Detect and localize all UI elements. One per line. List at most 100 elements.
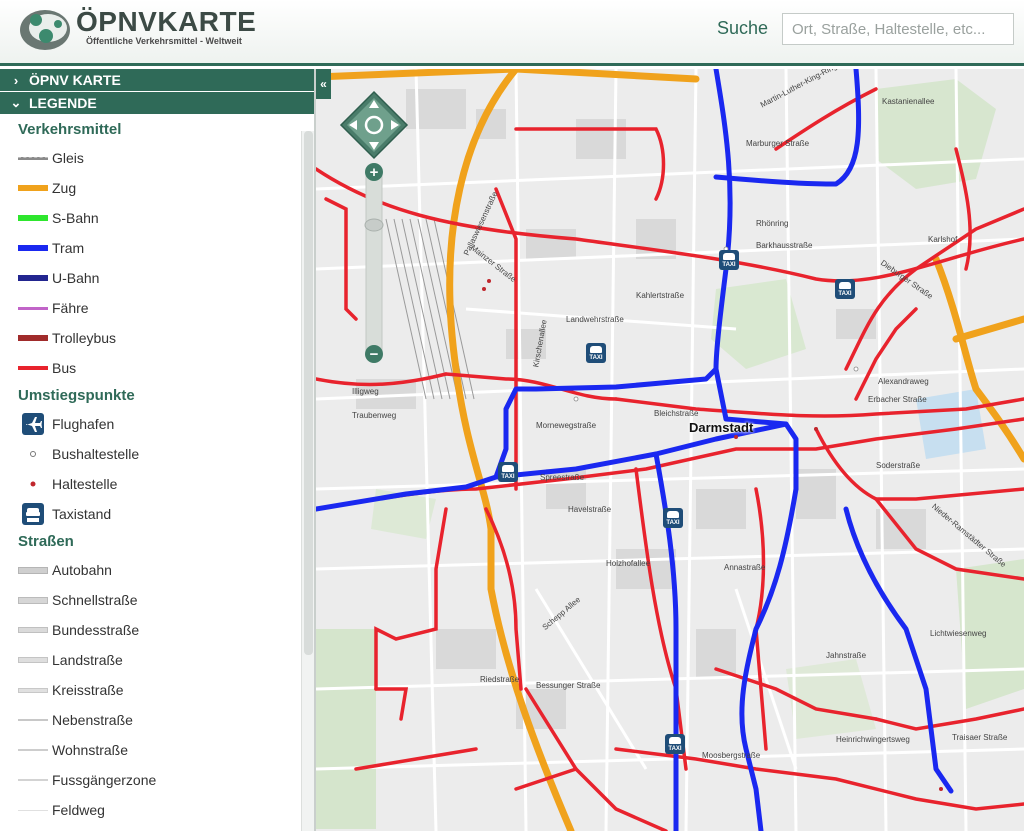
legend-label: Flughafen — [52, 416, 115, 432]
map-street-label: Alexandraweg — [878, 377, 929, 386]
map-taxi-marker[interactable]: TAXI — [719, 250, 739, 270]
map-taxi-marker[interactable]: TAXI — [663, 508, 683, 528]
bus-stop-icon — [18, 439, 48, 469]
map-street-label: Traubenweg — [352, 411, 397, 420]
map-street-label: Traisaer Straße — [952, 733, 1008, 742]
map-city-label: Darmstadt — [689, 420, 754, 435]
map-street-label: Kahlertstraße — [636, 291, 685, 300]
bus-line-icon — [18, 353, 48, 383]
legend-label: Bundesstraße — [52, 622, 140, 638]
legend-group-title: Straßen — [18, 533, 74, 550]
search-label: Suche — [717, 18, 769, 38]
map-street-label: Riedstraße — [480, 675, 520, 684]
map-street-label: Rhönring — [756, 219, 789, 228]
ubahn-line-icon — [18, 263, 48, 293]
section-oepnv-karte-label: ÖPNV KARTE — [29, 72, 121, 88]
sbahn-line-icon — [18, 203, 48, 233]
map-taxi-marker[interactable]: TAXI — [835, 279, 855, 299]
legend-item-schnellstrasse: Schnellstraße — [0, 585, 300, 615]
map-street-label: Jahnstraße — [826, 651, 867, 660]
legend-label: Landstraße — [52, 652, 123, 668]
legend-item-bus: Bus — [0, 353, 300, 383]
map-street-label: Illigweg — [352, 387, 379, 396]
map-layer — [316, 69, 1024, 831]
stop-icon — [18, 469, 48, 499]
map-street-label: Bessunger Straße — [536, 681, 601, 690]
legend-item-gleis: Gleis — [0, 143, 300, 173]
map-street-label: Barkhausstraße — [756, 241, 813, 250]
map-street-label: Marburger Straße — [746, 139, 810, 148]
road-feld-icon — [18, 795, 48, 825]
legend-label: Bus — [52, 360, 77, 376]
chevron-down-icon: ⌄ — [10, 95, 22, 110]
map-street-label: Spreestraße — [540, 473, 585, 482]
legend-label: Gleis — [52, 150, 84, 166]
map-street-label: Annastraße — [724, 563, 766, 572]
legend-item-wohnstrasse: Wohnstraße — [0, 735, 300, 765]
legend-item-zug: Zug — [0, 173, 300, 203]
section-oepnv-karte[interactable]: › ÖPNV KARTE — [0, 69, 314, 92]
legend-item-trolleybus: Trolleybus — [0, 323, 300, 353]
legend-label: Haltestelle — [52, 476, 118, 492]
map-street-label: Soderstraße — [876, 461, 921, 470]
zug-line-icon — [18, 173, 48, 203]
zoom-in-icon: + — [370, 164, 379, 181]
legend-scrollbar[interactable] — [301, 131, 314, 831]
map-taxi-marker[interactable]: TAXI — [586, 343, 606, 363]
legend-label: Zug — [52, 180, 77, 196]
zoom-slider-handle[interactable] — [364, 218, 384, 232]
section-legende[interactable]: ⌄ LEGENDE — [0, 92, 314, 115]
road-wohn-icon — [18, 735, 48, 765]
sidebar-collapse-button[interactable]: « — [316, 69, 331, 99]
logo-subtitle: Öffentliche Verkehrsmittel - Weltweit — [86, 36, 242, 46]
map-street-label: Mornewegstraße — [536, 421, 597, 430]
legend-group-title: Umstiegspunkte — [18, 387, 135, 404]
legend-label: U-Bahn — [52, 270, 100, 286]
map-street-label: Erbacher Straße — [868, 395, 927, 404]
legend-label: Wohnstraße — [52, 742, 128, 758]
map-navigation-control[interactable]: + − — [339, 90, 409, 370]
oepnvkarte-logo-icon[interactable] — [18, 6, 72, 54]
road-autobahn-icon — [18, 555, 48, 585]
map-street-label: Landwehrstraße — [566, 315, 624, 324]
road-fuss-icon — [18, 765, 48, 795]
zoom-in-button[interactable]: + — [365, 163, 383, 181]
map-taxi-marker[interactable]: TAXI — [498, 462, 518, 482]
legend-label: Schnellstraße — [52, 592, 138, 608]
legend-label: S-Bahn — [52, 210, 99, 226]
legend-label: Fähre — [52, 300, 89, 316]
map-street-label: Heinrichwingertsweg — [836, 735, 910, 744]
map-taxi-marker[interactable]: TAXI — [665, 734, 685, 754]
legend-item-fussgaengerzone: Fussgängerzone — [0, 765, 300, 795]
legend-item-ubahn: U-Bahn — [0, 263, 300, 293]
legend-item-faehre: Fähre — [0, 293, 300, 323]
map-street-label: Karlshof — [928, 235, 958, 244]
map-canvas[interactable]: TAXI TAXI TAXI TAXI TAXI TAXI Martin-Lut… — [316, 69, 1024, 831]
pan-control[interactable] — [339, 90, 409, 160]
legend-item-bundesstrasse: Bundesstraße — [0, 615, 300, 645]
legend-item-taxistand: Taxistand — [0, 499, 300, 529]
legend-item-feldweg: Feldweg — [0, 795, 300, 825]
logo-title[interactable]: ÖPNVKARTE — [76, 6, 256, 38]
legend-label: Bushaltestelle — [52, 446, 140, 462]
taxi-icon — [18, 499, 48, 529]
zoom-slider[interactable] — [365, 167, 383, 359]
tram-line-icon — [18, 233, 48, 263]
gleis-line-icon — [18, 143, 48, 173]
legend-item-haltestelle: Haltestelle — [0, 469, 300, 499]
map-street-label: Bleichstraße — [654, 409, 699, 418]
road-schnell-icon — [18, 585, 48, 615]
legend-label: Nebenstraße — [52, 712, 133, 728]
legend-item-flughafen: Flughafen — [0, 409, 300, 439]
airport-icon — [18, 409, 48, 439]
legend-label: Kreisstraße — [52, 682, 124, 698]
legend-item-bushaltestelle: Bushaltestelle — [0, 439, 300, 469]
legend-item-nebenstrasse: Nebenstraße — [0, 705, 300, 735]
search-input[interactable] — [782, 13, 1014, 45]
zoom-out-button[interactable]: − — [365, 345, 383, 363]
legend-label: Feldweg — [52, 802, 105, 818]
legend-item-kreisstrasse: Kreisstraße — [0, 675, 300, 705]
road-land-icon — [18, 645, 48, 675]
legend-scrollbar-thumb[interactable] — [304, 131, 313, 655]
legend-item-landstrasse: Landstraße — [0, 645, 300, 675]
